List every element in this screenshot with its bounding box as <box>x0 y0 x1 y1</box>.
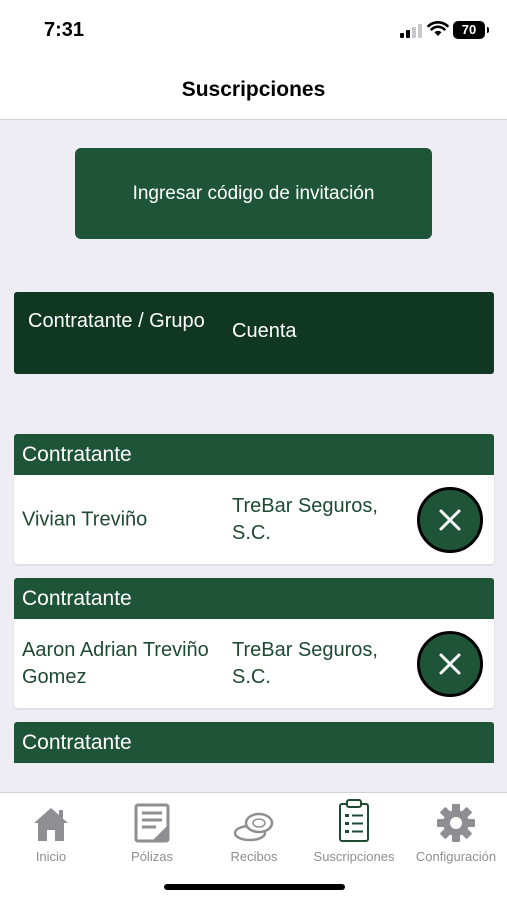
status-time: 7:31 <box>44 19 85 41</box>
card-body: Vivian Treviño TreBar Seguros, S.C. <box>14 475 494 564</box>
card-body: Aaron Adrian Treviño Gomez TreBar Seguro… <box>14 619 494 708</box>
contractor-name: Aaron Adrian Treviño Gomez <box>22 638 209 688</box>
clipboard-icon <box>339 799 369 842</box>
subscription-list[interactable]: Contratante Vivian Treviño TreBar Seguro… <box>0 400 507 763</box>
tab-label: Suscripciones <box>313 849 395 864</box>
close-icon <box>439 509 461 531</box>
subscription-card: Contratante Vivian Treviño TreBar Seguro… <box>14 434 494 564</box>
card-type-header: Contratante <box>14 722 494 763</box>
enter-invitation-code-button[interactable]: Ingresar código de invitación <box>75 148 432 239</box>
invite-button-label: Ingresar código de invitación <box>132 182 375 204</box>
wifi-icon <box>427 21 449 36</box>
tab-label: Recibos <box>230 849 278 864</box>
account-name: TreBar Seguros, S.C. <box>232 638 378 688</box>
battery-icon: 70 <box>453 21 489 39</box>
tab-inicio[interactable]: Inicio <box>22 799 80 864</box>
account-name: TreBar Seguros, S.C. <box>232 494 378 544</box>
column-header-contractor-group: Contratante / Grupo <box>28 310 205 332</box>
gear-icon <box>437 804 475 842</box>
tab-recibos[interactable]: Recibos <box>222 799 286 864</box>
card-type-header: Contratante <box>14 434 494 475</box>
column-header-account: Cuenta <box>232 320 297 342</box>
tab-label: Pólizas <box>131 849 173 864</box>
remove-subscription-button[interactable] <box>417 487 483 553</box>
home-icon <box>34 808 68 841</box>
page-title: Suscripciones <box>181 78 326 101</box>
status-bar: 7:31 70 <box>0 0 507 60</box>
tab-suscripciones[interactable]: Suscripciones <box>306 799 402 864</box>
policies-icon <box>134 803 170 843</box>
home-indicator[interactable] <box>164 884 345 890</box>
remove-subscription-button[interactable] <box>417 631 483 697</box>
navigation-bar: Suscripciones <box>0 60 507 120</box>
tab-label: Configuración <box>415 849 497 864</box>
subscription-card: Contratante Aaron Adrian Treviño Gomez T… <box>14 578 494 708</box>
signal-icon <box>400 24 422 38</box>
close-icon <box>439 653 461 675</box>
contractor-name: Vivian Treviño <box>22 508 148 530</box>
receipts-icon <box>233 812 274 842</box>
card-type-header: Contratante <box>14 578 494 619</box>
tab-configuracion[interactable]: Configuración <box>408 799 504 864</box>
tab-label: Inicio <box>35 849 67 864</box>
table-header: Contratante / Grupo Cuenta <box>14 292 494 374</box>
subscription-card: Contratante <box>14 722 494 763</box>
tab-polizas[interactable]: Pólizas <box>120 799 184 864</box>
